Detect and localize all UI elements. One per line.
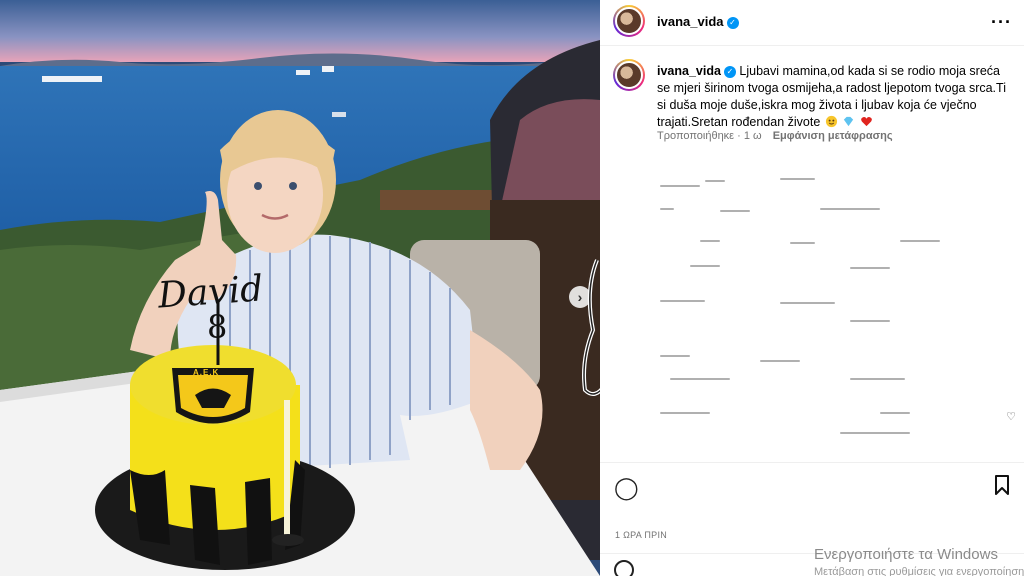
caption-avatar[interactable] xyxy=(613,59,645,91)
post-actions-bar: ◯ xyxy=(600,462,1024,512)
redacted-comments-area xyxy=(600,150,1024,460)
gem-emoji-icon xyxy=(844,116,854,127)
photo-illustration xyxy=(0,0,600,576)
cake-badge-text: Α.Ε.Κ xyxy=(193,368,220,377)
emoji-icon[interactable] xyxy=(614,560,634,576)
edited-label: Τροποποιήθηκε · 1 ω xyxy=(657,130,762,142)
post-timestamp: 1 ΩΡΑ ΠΡΙΝ xyxy=(615,530,668,540)
post-caption: ivana_vida ✓ Ljubavi mamina,od kada si se… xyxy=(657,63,1009,131)
post-header: ivana_vida ✓ ··· xyxy=(600,0,1024,46)
cake-topper-number: 8 xyxy=(207,308,228,346)
post-photo: David 8 Α.Ε.Κ › xyxy=(0,0,600,576)
red-heart-emoji-icon xyxy=(860,117,872,127)
smiling-face-emoji-icon xyxy=(825,115,837,128)
avatar[interactable] xyxy=(613,5,645,37)
more-horizontal-icon[interactable]: ··· xyxy=(991,12,1012,33)
verified-badge-icon: ✓ xyxy=(726,17,739,29)
verified-badge-icon: ✓ xyxy=(723,66,736,78)
like-comment-heart-icon[interactable]: ♡ xyxy=(1006,410,1016,423)
caption-username[interactable]: ivana_vida xyxy=(657,64,721,78)
comment-icon[interactable]: ◯ xyxy=(614,475,639,501)
post-details-panel: ivana_vida ✓ ··· ivana_vida ✓ Ljubavi mami… xyxy=(600,0,1024,576)
header-username[interactable]: ivana_vida ✓ xyxy=(657,14,739,29)
windows-activation-watermark: Ενεργοποιήστε τα Windows xyxy=(814,546,998,563)
caption-meta: Τροποποιήθηκε · 1 ω Εμφάνιση μετάφρασης xyxy=(657,130,893,142)
see-translation-link[interactable]: Εμφάνιση μετάφρασης xyxy=(773,130,893,142)
windows-activation-hint: Μετάβαση στις ρυθμίσεις για ενεργοποίηση xyxy=(814,566,1024,576)
bookmark-icon[interactable] xyxy=(994,475,1010,495)
